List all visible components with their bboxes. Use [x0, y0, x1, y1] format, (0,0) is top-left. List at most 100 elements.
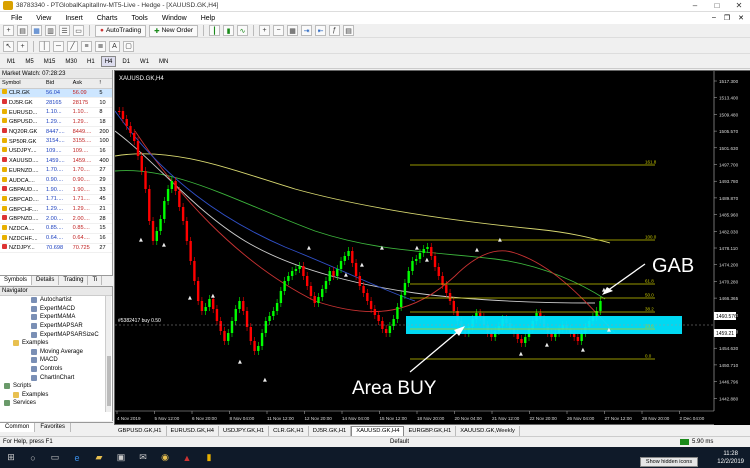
new-chart-icon[interactable]: + — [3, 25, 14, 36]
candle-body[interactable] — [351, 251, 354, 263]
candle-body[interactable] — [399, 295, 403, 307]
chart-tab[interactable]: EURUSD.GK,H4 — [167, 425, 219, 436]
navigator-icon[interactable]: ☰ — [59, 25, 70, 36]
tf-mn[interactable]: MN — [155, 56, 172, 67]
menu-window[interactable]: Window — [162, 15, 187, 22]
candle-body[interactable] — [287, 276, 290, 281]
candle-body[interactable] — [275, 303, 279, 311]
candle-body[interactable] — [418, 253, 422, 259]
menu-help[interactable]: Help — [201, 15, 215, 22]
candle-body[interactable] — [159, 219, 162, 231]
candle-body[interactable] — [264, 321, 268, 333]
navigator-item[interactable]: Examples — [0, 339, 112, 348]
child-minimize-icon[interactable]: – — [712, 14, 716, 22]
candle-body[interactable] — [118, 111, 121, 112]
menu-tools[interactable]: Tools — [131, 15, 147, 22]
autoscroll-icon[interactable]: ⇥ — [301, 25, 312, 36]
market-watch-row[interactable]: SP50R.GK 3154.... 3155.... 100 — [0, 136, 112, 147]
candle-body[interactable] — [268, 316, 271, 321]
candle-body[interactable] — [576, 337, 580, 341]
zoom-out-icon[interactable]: − — [273, 25, 284, 36]
chart-tab[interactable]: XAUUSD.GK,H4 — [351, 425, 405, 436]
candle-body[interactable] — [407, 271, 410, 283]
candle-body[interactable] — [219, 321, 222, 331]
market-watch-row[interactable]: DJ5R.GK 28165 28175 10 — [0, 97, 112, 108]
candle-body[interactable] — [396, 307, 399, 319]
crosshair-icon[interactable]: + — [17, 40, 28, 52]
tf-h1[interactable]: H1 — [83, 56, 99, 67]
chart-tab[interactable]: DJ5R.GK,H1 — [309, 425, 352, 436]
chart-tab[interactable]: GBPUSD.GK,H1 — [114, 425, 167, 436]
navigator-item[interactable]: Moving Average — [0, 348, 112, 357]
candle-body[interactable] — [163, 201, 166, 219]
navigator-item[interactable]: Examples — [0, 391, 112, 400]
candle-body[interactable] — [336, 269, 339, 276]
candle-body[interactable] — [373, 309, 377, 315]
candle-body[interactable] — [257, 346, 260, 351]
candle-body[interactable] — [411, 261, 414, 271]
tf-m15[interactable]: M15 — [40, 56, 60, 67]
candle-body[interactable] — [234, 309, 237, 321]
candle-body[interactable] — [200, 301, 204, 311]
candle-body[interactable] — [302, 266, 305, 276]
candle-body[interactable] — [433, 256, 437, 267]
market-watch-row[interactable]: NZDCA.... 0.85.... 0.85.... 15 — [0, 223, 112, 234]
child-restore-icon[interactable]: ❐ — [724, 14, 730, 22]
col-ask[interactable]: Ask — [70, 79, 98, 89]
indicators-icon[interactable]: ƒ — [329, 25, 340, 36]
candle-body[interactable] — [452, 301, 456, 311]
candle-body[interactable] — [324, 281, 328, 289]
market-watch-row[interactable]: GBPAUD.... 1.90.... 1.90.... 33 — [0, 184, 112, 196]
tab-common[interactable]: Common — [0, 423, 36, 432]
autotrading-button[interactable]: ● AutoTrading — [95, 24, 147, 37]
col-spread[interactable]: ! — [97, 79, 112, 89]
candle-body[interactable] — [426, 247, 429, 249]
market-watch-row[interactable]: GBPUSD... 1.29... 1.29... 18 — [0, 117, 112, 128]
chart-tab[interactable]: XAUUSD.GK,Weekly — [456, 425, 520, 436]
candle-body[interactable] — [362, 286, 365, 293]
navigator-item[interactable]: Scripts — [0, 382, 112, 391]
candle-body[interactable] — [208, 299, 211, 307]
mail-icon[interactable]: ✉ — [132, 447, 154, 468]
candle-body[interactable] — [211, 299, 215, 309]
tf-m1[interactable]: M1 — [3, 56, 19, 67]
tf-m30[interactable]: M30 — [61, 56, 81, 67]
navigator-item[interactable]: ExpertMACD — [0, 305, 112, 314]
candle-body[interactable] — [155, 231, 158, 241]
store-icon[interactable]: ▣ — [110, 447, 132, 468]
tf-d1[interactable]: D1 — [118, 56, 134, 67]
candle-body[interactable] — [238, 301, 241, 309]
market-watch-row[interactable]: GBPCAD.... 1.71.... 1.71.... 45 — [0, 194, 112, 205]
zoom-in-icon[interactable]: + — [259, 25, 270, 36]
candle-body[interactable] — [403, 283, 407, 295]
candle-body[interactable] — [343, 256, 346, 261]
profiles-icon[interactable]: ▤ — [17, 25, 28, 36]
candle-body[interactable] — [215, 309, 219, 321]
candle-body[interactable] — [415, 259, 418, 261]
market-watch-row[interactable]: GBPNZD.... 2.00.... 2.00.... 28 — [0, 213, 112, 225]
navigator-item[interactable]: ExpertMAPSARSizeC — [0, 330, 112, 339]
line-chart-icon[interactable]: ∿ — [237, 25, 248, 36]
chart-shift-icon[interactable]: ⇤ — [315, 25, 326, 36]
tab-ticks[interactable]: Ti — [88, 276, 103, 285]
candle-body[interactable] — [178, 191, 181, 207]
trendline-icon[interactable]: ╱ — [67, 40, 78, 52]
candle-body[interactable] — [520, 339, 523, 343]
market-watch-row[interactable]: AUDCA.... 0.90.... 0.90.... 29 — [0, 175, 112, 186]
market-watch-row[interactable]: NQ20R.GK 8447.... 8449.... 200 — [0, 126, 112, 137]
market-watch-row[interactable]: EURNZD.... 1.70.... 1.70.... 27 — [0, 165, 112, 176]
candle-body[interactable] — [129, 126, 132, 133]
horizontal-line-icon[interactable]: ─ — [53, 40, 64, 52]
chart-tab[interactable]: USDJPY.GK,H1 — [219, 425, 270, 436]
navigator-scrollbar[interactable] — [105, 296, 111, 412]
menu-file[interactable]: File — [11, 15, 22, 22]
candle-body[interactable] — [328, 271, 331, 281]
navigator-item[interactable]: MACD — [0, 356, 112, 365]
chrome-icon[interactable]: ◉ — [154, 447, 176, 468]
candle-body[interactable] — [136, 141, 140, 156]
candle-body[interactable] — [445, 285, 448, 293]
candle-body[interactable] — [174, 181, 177, 191]
candle-body[interactable] — [133, 133, 136, 141]
system-clock[interactable]: 11:28 12/2/2019 — [717, 450, 750, 466]
candle-body[interactable] — [437, 267, 440, 276]
